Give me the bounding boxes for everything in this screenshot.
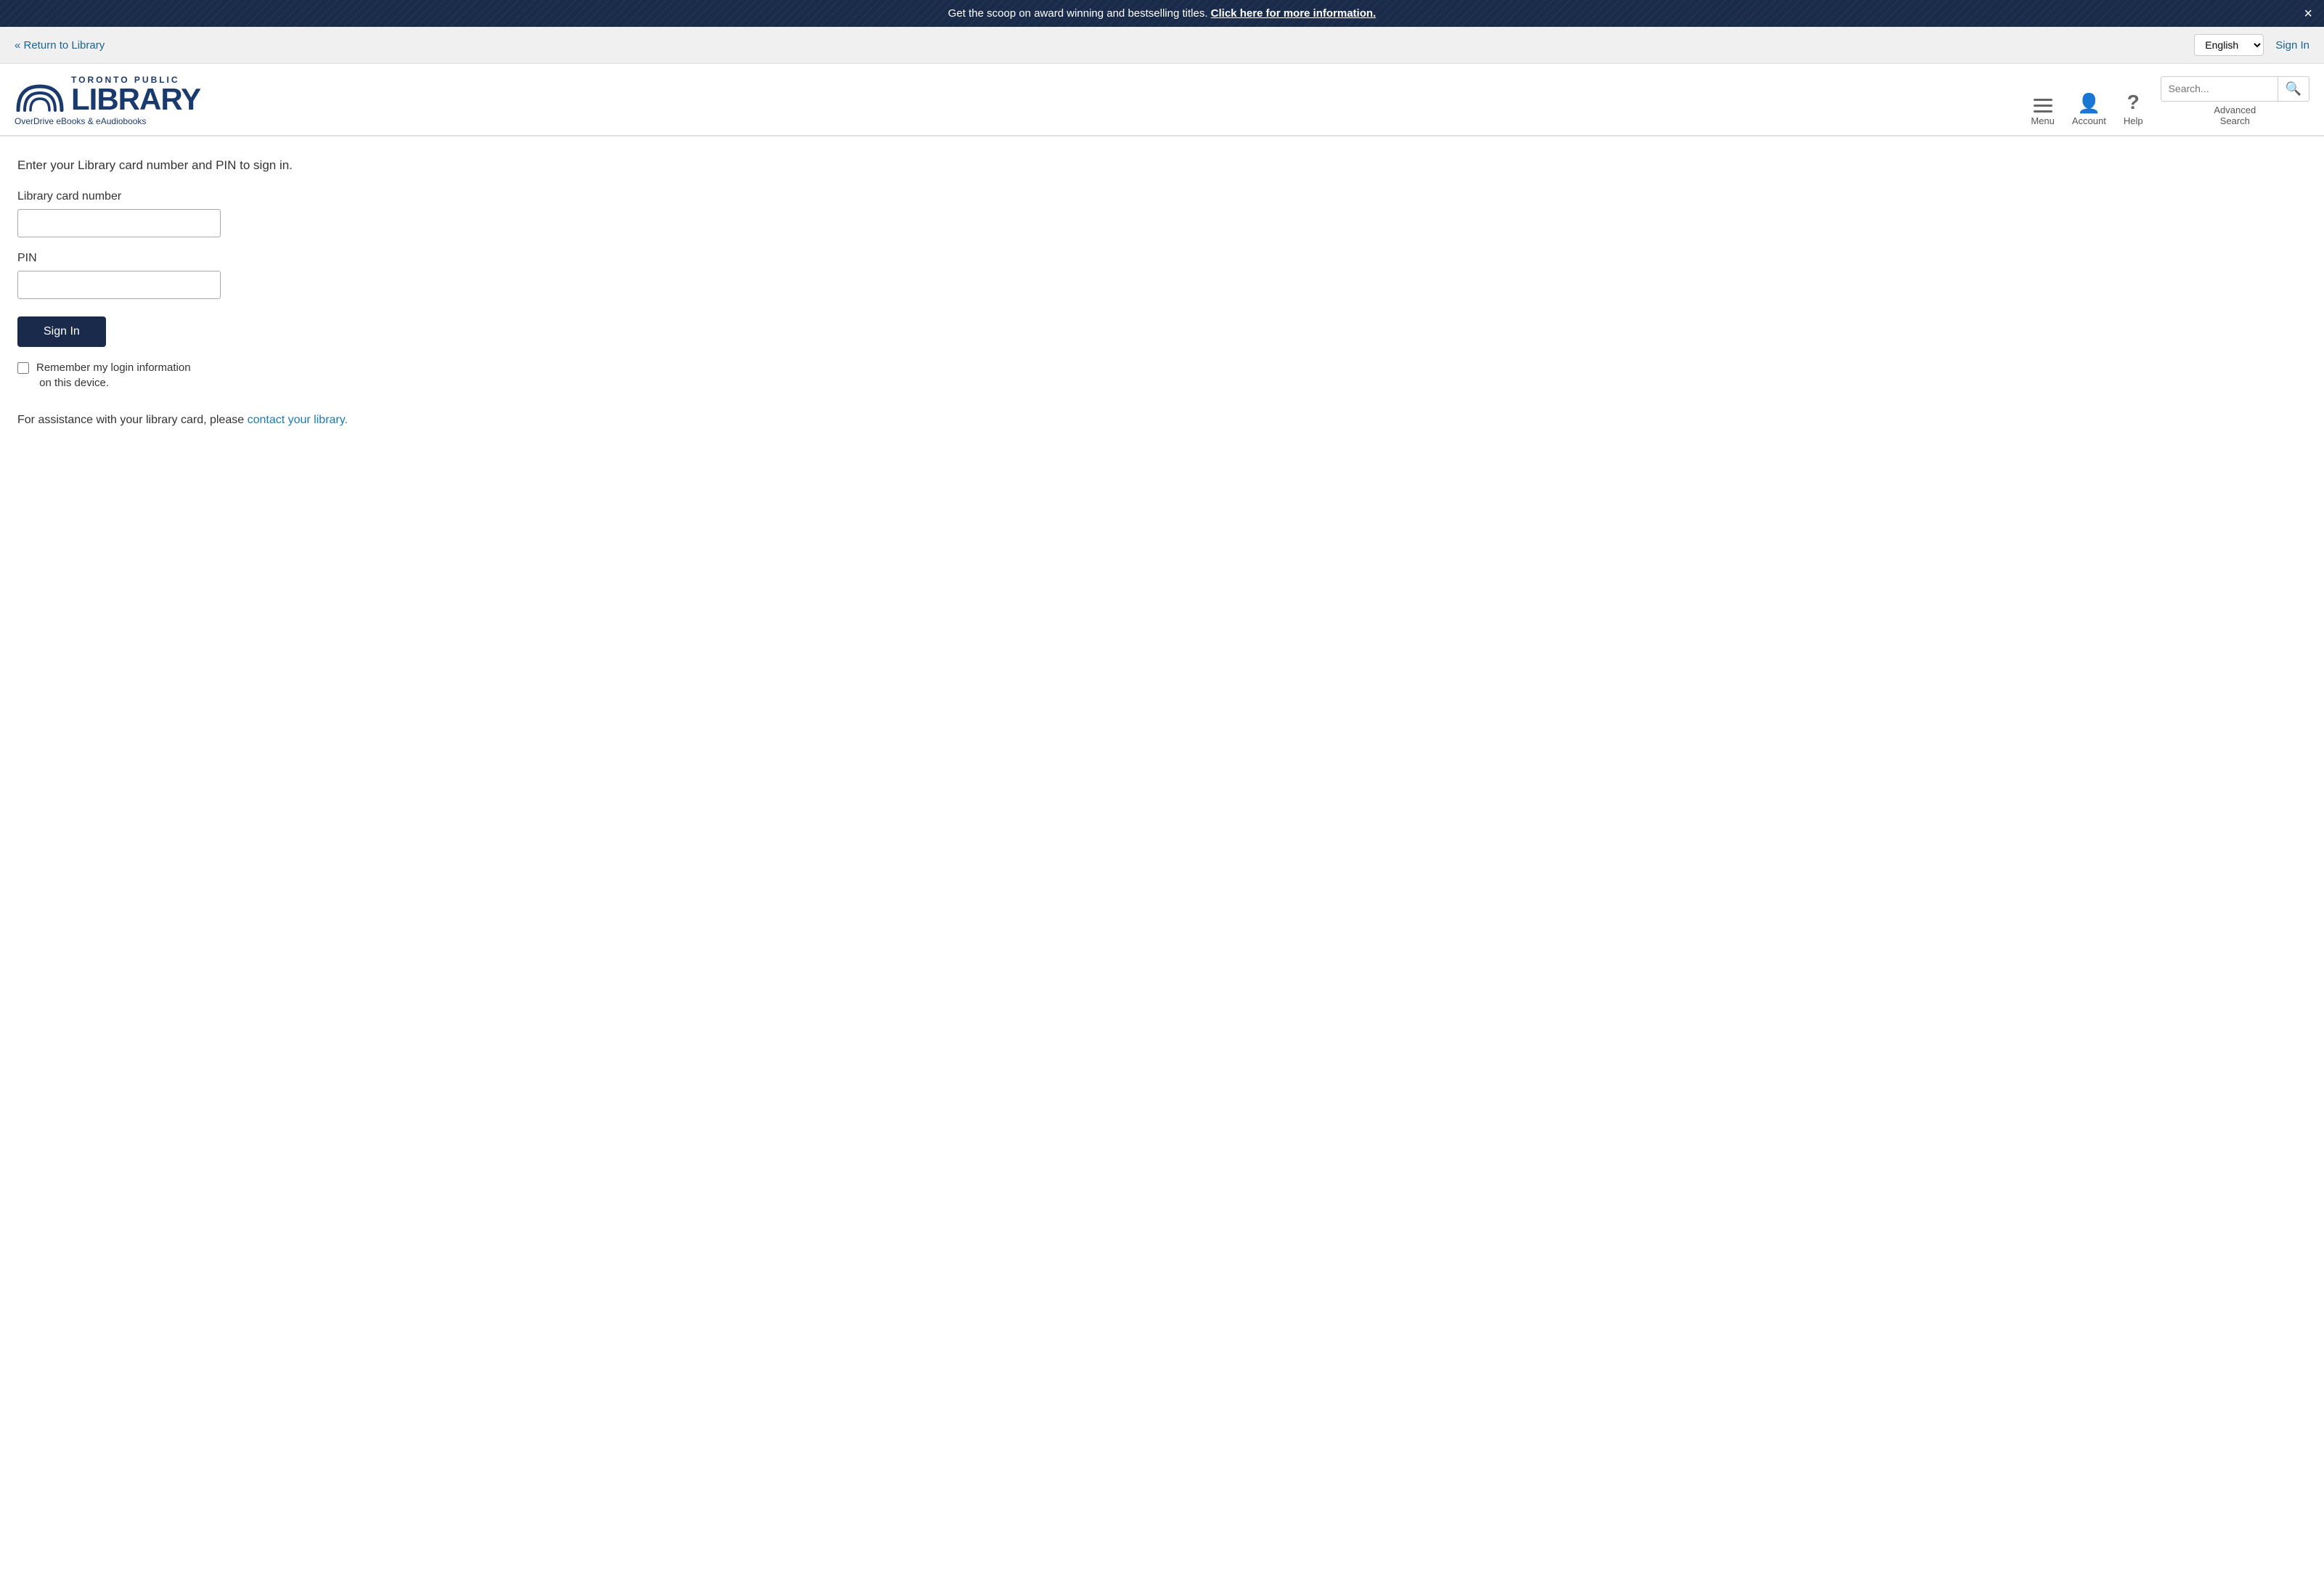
search-row: 🔍 bbox=[2161, 76, 2309, 102]
logo-wrapper: TORONTO PUBLIC LIBRARY bbox=[15, 75, 200, 115]
return-to-library-link[interactable]: « Return to Library bbox=[15, 39, 105, 52]
pin-label: PIN bbox=[17, 252, 491, 265]
card-number-group: Library card number bbox=[17, 190, 491, 237]
language-selector[interactable]: English Français Español bbox=[2194, 34, 2264, 56]
logo-subtitle: OverDrive eBooks & eAudiobooks bbox=[15, 116, 200, 126]
main-content: Enter your Library card number and PIN t… bbox=[0, 136, 508, 449]
card-number-input[interactable] bbox=[17, 209, 221, 237]
remember-checkbox[interactable] bbox=[17, 362, 29, 374]
menu-nav-item[interactable]: Menu bbox=[2031, 99, 2055, 126]
remember-label[interactable]: Remember my login information on this de… bbox=[36, 360, 191, 391]
hamburger-icon bbox=[2034, 99, 2052, 113]
assistance-text: For assistance with your library card, p… bbox=[17, 414, 491, 427]
announcement-banner: Get the scoop on award winning and bests… bbox=[0, 0, 2324, 27]
card-number-label: Library card number bbox=[17, 190, 491, 203]
header-navigation: Menu 👤 Account ? Help 🔍 AdvancedSearch bbox=[2031, 76, 2309, 126]
account-label: Account bbox=[2072, 115, 2106, 126]
sign-in-button[interactable]: Sign In bbox=[17, 316, 106, 347]
menu-label: Menu bbox=[2031, 115, 2055, 126]
contact-library-link[interactable]: contact your library. bbox=[248, 414, 348, 426]
pin-input[interactable] bbox=[17, 271, 221, 299]
account-icon: 👤 bbox=[2077, 94, 2100, 113]
banner-link[interactable]: Click here for more information. bbox=[1211, 7, 1377, 20]
top-nav-right: English Français Español Sign In bbox=[2194, 34, 2309, 56]
intro-text: Enter your Library card number and PIN t… bbox=[17, 158, 491, 173]
logo-arch-icon bbox=[15, 83, 65, 112]
help-nav-item[interactable]: ? Help bbox=[2124, 92, 2143, 126]
help-icon: ? bbox=[2127, 92, 2140, 113]
main-header: TORONTO PUBLIC LIBRARY OverDrive eBooks … bbox=[0, 64, 2324, 136]
pin-group: PIN bbox=[17, 252, 491, 299]
close-banner-button[interactable]: × bbox=[2304, 7, 2312, 21]
logo-area: TORONTO PUBLIC LIBRARY OverDrive eBooks … bbox=[15, 75, 200, 126]
sign-in-nav-link[interactable]: Sign In bbox=[2275, 39, 2309, 52]
account-nav-item[interactable]: 👤 Account bbox=[2072, 94, 2106, 126]
logo-text: TORONTO PUBLIC LIBRARY bbox=[71, 75, 200, 115]
search-icon: 🔍 bbox=[2286, 81, 2301, 96]
logo-main-text: LIBRARY bbox=[71, 84, 200, 115]
search-area: 🔍 AdvancedSearch bbox=[2161, 76, 2309, 126]
banner-text: Get the scoop on award winning and bests… bbox=[948, 7, 1208, 20]
remember-me-row: Remember my login information on this de… bbox=[17, 360, 491, 391]
search-button[interactable]: 🔍 bbox=[2278, 77, 2309, 101]
search-input[interactable] bbox=[2161, 78, 2278, 99]
top-navigation: « Return to Library English Français Esp… bbox=[0, 27, 2324, 64]
advanced-search-label[interactable]: AdvancedSearch bbox=[2214, 105, 2256, 126]
help-label: Help bbox=[2124, 115, 2143, 126]
